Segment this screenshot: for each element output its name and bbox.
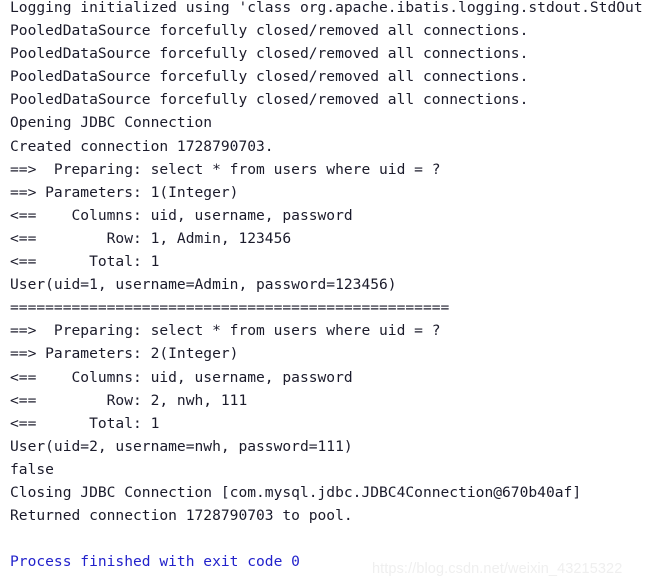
- console-line: ==> Preparing: select * from users where…: [10, 322, 441, 340]
- console-line: false: [10, 460, 54, 478]
- console-line: <== Row: 2, nwh, 111: [10, 391, 248, 409]
- console-line: ==> Preparing: select * from users where…: [10, 160, 441, 178]
- console-line: <== Total: 1: [10, 253, 160, 271]
- console-line: ==> Parameters: 1(Integer): [10, 183, 239, 201]
- console-line: <== Columns: uid, username, password: [10, 206, 353, 224]
- console-line: Logging initialized using 'class org.apa…: [10, 0, 643, 16]
- console-line: Returned connection 1728790703 to pool.: [10, 507, 353, 525]
- console-line: ==> Parameters: 2(Integer): [10, 345, 239, 363]
- console-line: PooledDataSource forcefully closed/remov…: [10, 91, 529, 109]
- console-log-lines: Logging initialized using 'class org.apa…: [10, 0, 654, 573]
- console-line: <== Total: 1: [10, 414, 160, 432]
- console-line: PooledDataSource forcefully closed/remov…: [10, 68, 529, 86]
- console-line: Closing JDBC Connection [com.mysql.jdbc.…: [10, 483, 582, 501]
- console-line: PooledDataSource forcefully closed/remov…: [10, 45, 529, 63]
- console-line: <== Row: 1, Admin, 123456: [10, 229, 292, 247]
- console-line: PooledDataSource forcefully closed/remov…: [10, 22, 529, 40]
- watermark-text: https://blog.csdn.net/weixin_43215322: [372, 561, 623, 577]
- console-line: User(uid=1, username=Admin, password=123…: [10, 276, 397, 294]
- console-line: Created connection 1728790703.: [10, 137, 274, 155]
- console-output-panel[interactable]: Logging initialized using 'class org.apa…: [0, 0, 654, 587]
- console-line: Opening JDBC Connection: [10, 114, 213, 132]
- console-line: <== Columns: uid, username, password: [10, 368, 353, 386]
- console-line: User(uid=2, username=nwh, password=111): [10, 437, 353, 455]
- console-line: ========================================…: [10, 299, 450, 317]
